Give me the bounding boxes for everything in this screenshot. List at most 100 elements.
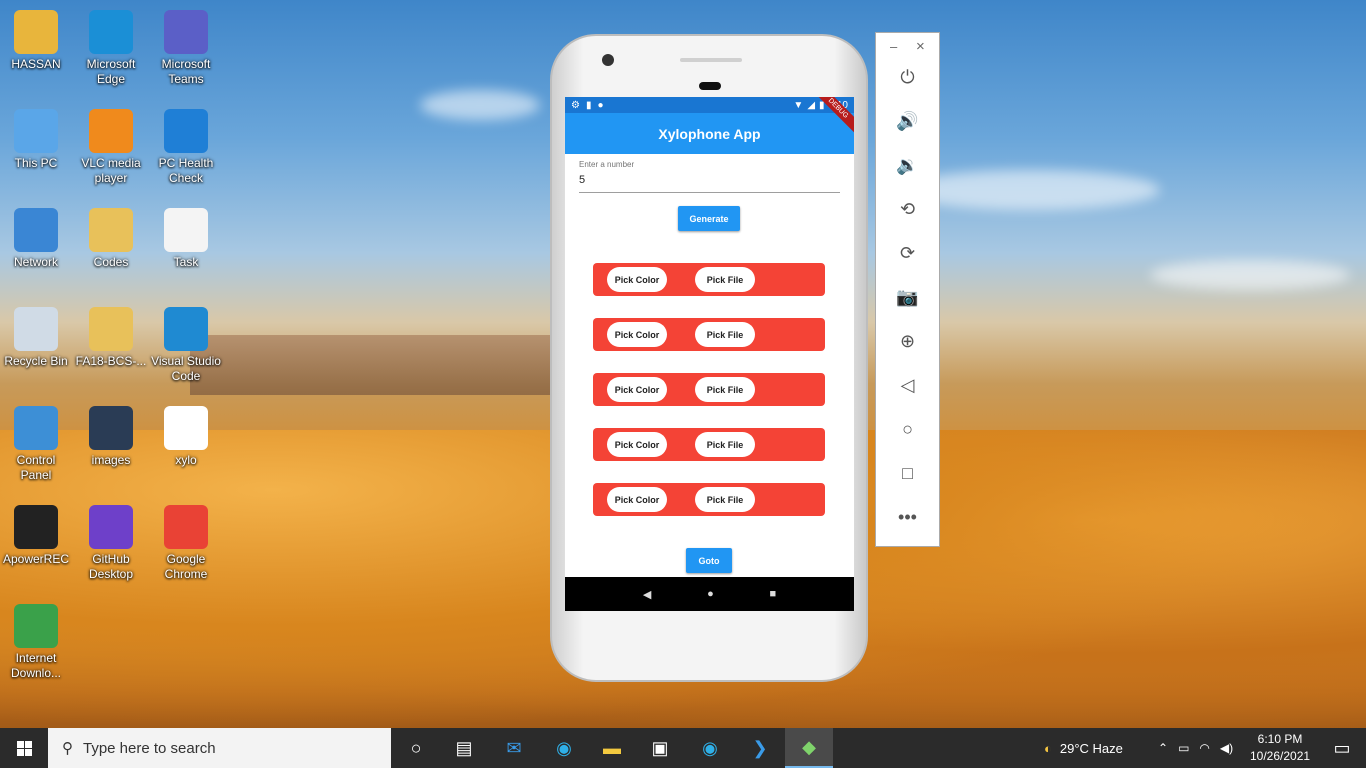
battery-tray-icon[interactable]: ▭	[1178, 741, 1189, 755]
desktop-icon[interactable]: This PC	[0, 109, 72, 171]
close-button[interactable]: ×	[916, 38, 925, 55]
desktop-icon[interactable]: images	[75, 406, 147, 468]
pick-color-button[interactable]: Pick Color	[607, 322, 667, 347]
teams-icon	[164, 10, 208, 54]
desktop-icon[interactable]: Microsoft Teams	[150, 10, 222, 87]
search-placeholder: Type here to search	[83, 739, 216, 757]
rotate-left-icon[interactable]: ⟲	[876, 199, 939, 220]
back-icon[interactable]: ◁	[876, 375, 939, 396]
desktop-icon-label: Codes	[93, 255, 129, 269]
wifi-tray-icon[interactable]: ◠	[1199, 741, 1209, 755]
desktop-icon[interactable]: Control Panel	[0, 406, 72, 483]
start-button[interactable]	[0, 728, 48, 768]
notifications-icon[interactable]: ▭	[1318, 728, 1366, 768]
wifi-icon: ▼	[793, 99, 804, 111]
desktop-icon[interactable]: GitHub Desktop	[75, 505, 147, 582]
desktop-icon-label: HASSAN	[11, 57, 61, 71]
status-bar: ⚙ ▮ ● ▼ ◢ ▮ 6:10 DEBUG	[565, 97, 854, 134]
desktop-icon-label: Microsoft Teams	[161, 57, 211, 86]
desktop-icon[interactable]: Recycle Bin	[0, 307, 72, 369]
user-folder-icon	[14, 10, 58, 54]
pick-color-button[interactable]: Pick Color	[607, 487, 667, 512]
pick-color-button[interactable]: Pick Color	[607, 432, 667, 457]
image-file-icon	[164, 406, 208, 450]
edge-beta-icon[interactable]: ◉	[686, 728, 734, 768]
emulator-taskbar-icon[interactable]: ◆	[785, 728, 833, 768]
store-icon[interactable]: ▣	[636, 728, 684, 768]
home-icon[interactable]: ○	[876, 419, 939, 440]
volume-down-icon[interactable]: 🔉	[876, 155, 939, 176]
desktop-icon-label: Network	[13, 255, 58, 269]
desktop-icon[interactable]: ApowerREC	[0, 505, 72, 567]
desktop-icon[interactable]: Task	[150, 208, 222, 270]
pick-color-button[interactable]: Pick Color	[607, 377, 667, 402]
desktop-icon-label: xylo	[175, 453, 197, 467]
number-field[interactable]: Enter a number 5	[579, 160, 840, 193]
desktop-icon[interactable]: HASSAN	[0, 10, 72, 72]
phone-screen: ⚙ ▮ ● ▼ ◢ ▮ 6:10 DEBUG Xylophone App Ent…	[565, 97, 854, 611]
system-tray: ⌃ ▭ ◠ ◀)	[1158, 728, 1233, 768]
nav-back-icon[interactable]: ◀	[643, 588, 651, 601]
power-icon[interactable]: ⏻	[876, 67, 939, 88]
desktop-icon[interactable]: Microsoft Edge	[75, 10, 147, 87]
overview-icon[interactable]: □	[876, 463, 939, 484]
color-file-row: Pick Color Pick File	[593, 263, 825, 296]
settings-icon: ⚙	[571, 99, 580, 111]
app-bar: Xylophone App	[565, 113, 854, 154]
nav-recents-icon[interactable]: ■	[769, 588, 776, 600]
desktop-icon[interactable]: PC Health Check	[150, 109, 222, 186]
desktop-icon[interactable]: Visual Studio Code	[150, 307, 222, 384]
android-nav-bar: ◀ ● ■	[565, 577, 854, 611]
desktop-icon-label: Google Chrome	[164, 552, 208, 581]
desktop-icon[interactable]: FA18-BCS-...	[75, 307, 147, 369]
desktop-icon[interactable]: xylo	[150, 406, 222, 468]
wallpaper-cloud	[1150, 260, 1350, 290]
edge-icon	[89, 10, 133, 54]
goto-button[interactable]: Goto	[686, 548, 732, 573]
desktop-icon[interactable]: Network	[0, 208, 72, 270]
edge-taskbar-icon[interactable]: ◉	[540, 728, 588, 768]
vscode-taskbar-icon[interactable]: ❯	[736, 728, 784, 768]
taskbar-search[interactable]: ⚲ Type here to search	[48, 728, 391, 768]
generate-button[interactable]: Generate	[678, 206, 740, 231]
desktop-icon[interactable]: Internet Downlo...	[0, 604, 72, 681]
github-icon	[89, 505, 133, 549]
vlc-icon	[89, 109, 133, 153]
app-title: Xylophone App	[658, 125, 761, 142]
folder-icon	[89, 307, 133, 351]
pick-file-button[interactable]: Pick File	[695, 432, 755, 457]
folder-icon	[89, 208, 133, 252]
cortana-icon[interactable]: ○	[392, 728, 440, 768]
speaker-grille	[680, 58, 742, 62]
pick-file-button[interactable]: Pick File	[695, 267, 755, 292]
show-hidden-icons-icon[interactable]: ⌃	[1158, 741, 1168, 755]
pick-color-button[interactable]: Pick Color	[607, 267, 667, 292]
nav-home-icon[interactable]: ●	[707, 588, 714, 600]
camera-icon[interactable]: 📷	[876, 287, 939, 308]
desktop-icon[interactable]: Codes	[75, 208, 147, 270]
zoom-icon[interactable]: ⊕	[876, 331, 939, 352]
color-file-row: Pick Color Pick File	[593, 428, 825, 461]
number-field-value[interactable]: 5	[579, 174, 840, 186]
desktop-icon[interactable]: Google Chrome	[150, 505, 222, 582]
weather-widget[interactable]: ◐ 29°C Haze	[1044, 728, 1123, 768]
desktop-icon-label: Visual Studio Code	[151, 354, 221, 383]
desktop-icon-label: Microsoft Edge	[86, 57, 136, 86]
pick-file-button[interactable]: Pick File	[695, 377, 755, 402]
desktop-icon[interactable]: VLC media player	[75, 109, 147, 186]
mail-icon[interactable]: ✉	[490, 728, 538, 768]
clock-time: 6:10 PM	[1257, 732, 1303, 746]
rotate-right-icon[interactable]: ⟳	[876, 243, 939, 264]
volume-up-icon[interactable]: 🔊	[876, 111, 939, 132]
network-icon	[14, 208, 58, 252]
taskbar-clock[interactable]: 6:10 PM 10/26/2021	[1250, 731, 1310, 765]
pick-file-button[interactable]: Pick File	[695, 322, 755, 347]
minimize-button[interactable]: –	[890, 39, 897, 54]
more-icon[interactable]: •••	[876, 507, 939, 528]
volume-tray-icon[interactable]: ◀)	[1220, 741, 1233, 755]
pick-file-button[interactable]: Pick File	[695, 487, 755, 512]
desktop-icon-label: PC Health Check	[158, 156, 214, 185]
health-check-icon	[164, 109, 208, 153]
file-explorer-icon[interactable]: ▬	[588, 728, 636, 768]
task-view-icon[interactable]: ▤	[440, 728, 488, 768]
